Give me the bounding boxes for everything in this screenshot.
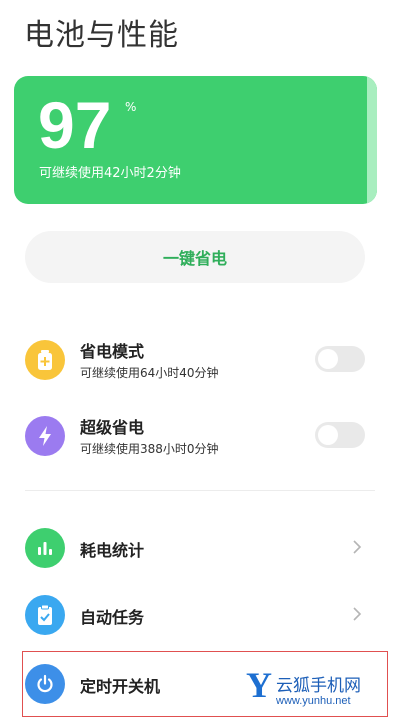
power-save-mode-subtitle: 可继续使用64小时40分钟 (80, 366, 219, 380)
battery-performance-page: 电池与性能 97 % 可继续使用42小时2分钟 一键省电 省电模式 可继续使用6… (0, 0, 400, 725)
power-save-mode-row[interactable]: 省电模式 可继续使用64小时40分钟 (0, 332, 400, 392)
menu-item-auto-tasks[interactable]: 自动任务 (0, 587, 400, 647)
one-key-power-save-button[interactable]: 一键省电 (25, 231, 365, 283)
chevron-right-icon (353, 607, 362, 621)
menu-item-power-usage[interactable]: 耗电统计 (0, 520, 400, 580)
toggle-knob (318, 425, 338, 445)
page-title: 电池与性能 (24, 18, 179, 53)
power-save-mode-title: 省电模式 (80, 342, 145, 361)
chevron-right-icon (353, 540, 362, 554)
battery-status-card[interactable]: 97 % 可继续使用42小时2分钟 (14, 76, 377, 204)
menu-item-label: 耗电统计 (80, 541, 145, 560)
super-power-save-toggle[interactable] (315, 422, 365, 448)
super-power-save-subtitle: 可继续使用388小时0分钟 (80, 442, 219, 456)
clipboard-check-icon (25, 595, 65, 635)
super-power-save-row[interactable]: 超级省电 可继续使用388小时0分钟 (0, 408, 400, 468)
power-save-mode-toggle[interactable] (315, 346, 365, 372)
menu-item-label: 自动任务 (80, 608, 145, 627)
battery-level: 97 (38, 88, 112, 162)
lightning-icon (25, 416, 65, 456)
battery-unit: % (125, 100, 137, 114)
watermark-site-name: 云狐手机网 (276, 676, 361, 696)
super-power-save-title: 超级省电 (80, 418, 145, 437)
bar-chart-icon (25, 528, 65, 568)
battery-plus-icon (25, 340, 65, 380)
watermark-logo-letter: Y (246, 665, 272, 705)
battery-remaining-time: 可继续使用42小时2分钟 (39, 166, 181, 181)
site-watermark: Y 云狐手机网 www.yunhu.net (246, 665, 396, 715)
toggle-knob (318, 349, 338, 369)
watermark-url: www.yunhu.net (276, 695, 351, 707)
section-divider (25, 490, 375, 491)
battery-fill-edge (367, 76, 377, 204)
